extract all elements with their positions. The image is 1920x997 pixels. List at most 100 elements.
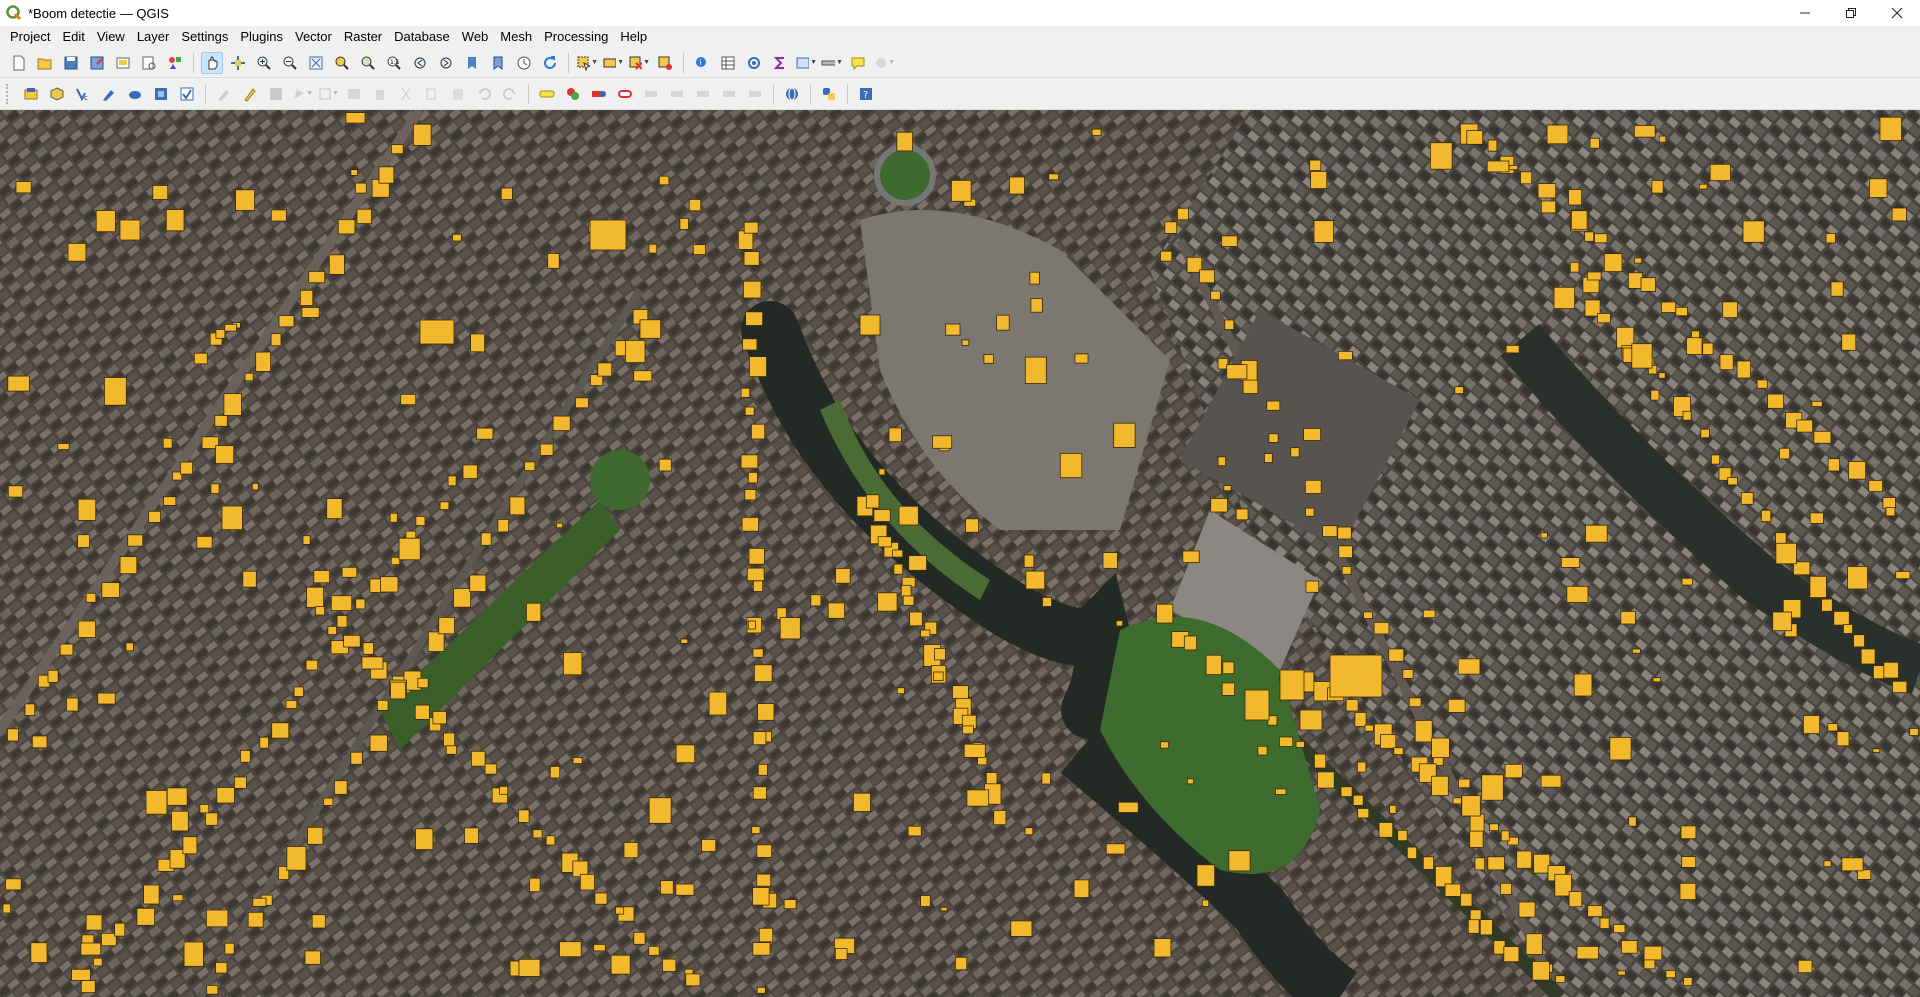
label-button[interactable]	[536, 83, 558, 105]
tree-marker[interactable]	[233, 776, 247, 789]
tree-marker[interactable]	[589, 219, 627, 251]
new-geopackage-button[interactable]	[46, 83, 68, 105]
tree-marker[interactable]	[206, 985, 219, 995]
tree-marker[interactable]	[47, 669, 59, 683]
tree-marker[interactable]	[1634, 124, 1656, 138]
tree-marker[interactable]	[327, 626, 337, 636]
tree-marker[interactable]	[1309, 159, 1322, 171]
save-project-button[interactable]	[60, 52, 82, 74]
tree-marker[interactable]	[286, 846, 307, 871]
tree-marker[interactable]	[240, 750, 251, 763]
tree-marker[interactable]	[961, 339, 970, 346]
tree-marker[interactable]	[179, 461, 193, 475]
tree-marker[interactable]	[1727, 476, 1738, 486]
tree-marker[interactable]	[963, 743, 986, 758]
tree-marker[interactable]	[1909, 728, 1919, 736]
tree-marker[interactable]	[1201, 899, 1210, 907]
tree-marker[interactable]	[575, 397, 589, 409]
tree-marker[interactable]	[1516, 850, 1532, 869]
tree-marker[interactable]	[1160, 741, 1170, 749]
tree-marker[interactable]	[549, 766, 561, 779]
tree-marker[interactable]	[907, 825, 922, 837]
tree-marker[interactable]	[934, 648, 946, 661]
tree-marker[interactable]	[1827, 723, 1839, 732]
tree-marker[interactable]	[983, 354, 995, 364]
tree-marker[interactable]	[1290, 447, 1300, 458]
tree-marker[interactable]	[1658, 372, 1666, 379]
tree-marker[interactable]	[597, 362, 613, 377]
tree-marker[interactable]	[675, 744, 696, 764]
tree-marker[interactable]	[389, 512, 398, 523]
tree-marker[interactable]	[1621, 940, 1638, 954]
tree-marker[interactable]	[579, 873, 595, 891]
tree-marker[interactable]	[334, 780, 348, 795]
tree-marker[interactable]	[343, 634, 361, 648]
wms-layer-button[interactable]	[176, 83, 198, 105]
paste-button[interactable]	[447, 83, 469, 105]
tree-marker[interactable]	[152, 185, 169, 200]
tree-marker[interactable]	[896, 131, 913, 152]
tree-marker[interactable]	[1295, 741, 1305, 748]
diagram-button[interactable]	[562, 83, 584, 105]
menu-settings[interactable]: Settings	[175, 26, 234, 48]
tree-marker[interactable]	[1821, 598, 1833, 612]
tree-marker[interactable]	[1393, 747, 1404, 756]
tree-marker[interactable]	[1500, 830, 1510, 842]
data-source-manager-button[interactable]	[20, 83, 42, 105]
tree-marker[interactable]	[114, 922, 126, 937]
tree-marker[interactable]	[1841, 857, 1864, 872]
tree-marker[interactable]	[1540, 532, 1548, 539]
tree-marker[interactable]	[1722, 301, 1738, 318]
tree-marker[interactable]	[658, 175, 670, 186]
tree-marker[interactable]	[526, 602, 542, 622]
tree-marker[interactable]	[361, 656, 384, 670]
save-edits-button[interactable]	[265, 83, 287, 105]
tree-marker[interactable]	[1224, 319, 1235, 330]
tree-marker[interactable]	[1628, 816, 1637, 827]
tree-marker[interactable]	[1809, 575, 1827, 598]
tree-marker[interactable]	[563, 652, 583, 676]
tree-marker[interactable]	[1823, 860, 1832, 868]
tree-marker[interactable]	[1553, 286, 1576, 310]
tree-marker[interactable]	[996, 314, 1010, 331]
tree-marker[interactable]	[1631, 343, 1653, 369]
tree-marker[interactable]	[1354, 712, 1367, 727]
tree-marker[interactable]	[1177, 207, 1189, 221]
tree-marker[interactable]	[1305, 580, 1320, 593]
layout-manager-button[interactable]	[138, 52, 160, 74]
tree-marker[interactable]	[183, 941, 204, 967]
tree-marker[interactable]	[945, 323, 961, 336]
tree-marker[interactable]	[752, 942, 771, 956]
tree-marker[interactable]	[1275, 788, 1287, 795]
tree-marker[interactable]	[1388, 648, 1405, 662]
tree-marker[interactable]	[326, 498, 343, 520]
tree-marker[interactable]	[1503, 946, 1520, 963]
temporal-button[interactable]	[513, 52, 535, 74]
tree-marker[interactable]	[143, 884, 160, 905]
tree-marker[interactable]	[965, 518, 979, 533]
tree-marker[interactable]	[1740, 492, 1754, 505]
maximize-button[interactable]	[1828, 0, 1874, 26]
tree-marker[interactable]	[679, 218, 689, 230]
tree-marker[interactable]	[933, 671, 944, 682]
refresh-button[interactable]	[539, 52, 561, 74]
tree-marker[interactable]	[740, 454, 759, 469]
tree-marker[interactable]	[362, 642, 374, 655]
show-label-button[interactable]	[640, 83, 662, 105]
tree-marker[interactable]	[308, 270, 326, 284]
tree-marker[interactable]	[1868, 479, 1883, 492]
tree-marker[interactable]	[1116, 620, 1124, 627]
tree-marker[interactable]	[1585, 524, 1608, 543]
tree-marker[interactable]	[1711, 454, 1721, 465]
tree-marker[interactable]	[1576, 946, 1599, 960]
field-calculator-button[interactable]: ▼	[795, 52, 817, 74]
tree-marker[interactable]	[1113, 422, 1136, 448]
tree-marker[interactable]	[453, 588, 472, 608]
tree-marker[interactable]	[743, 221, 759, 234]
tree-marker[interactable]	[1683, 977, 1693, 987]
tree-marker[interactable]	[1661, 301, 1677, 313]
virtual-layer-button[interactable]	[124, 83, 146, 105]
tree-marker[interactable]	[902, 595, 915, 606]
tree-marker[interactable]	[1010, 920, 1033, 937]
tree-marker[interactable]	[593, 944, 606, 952]
